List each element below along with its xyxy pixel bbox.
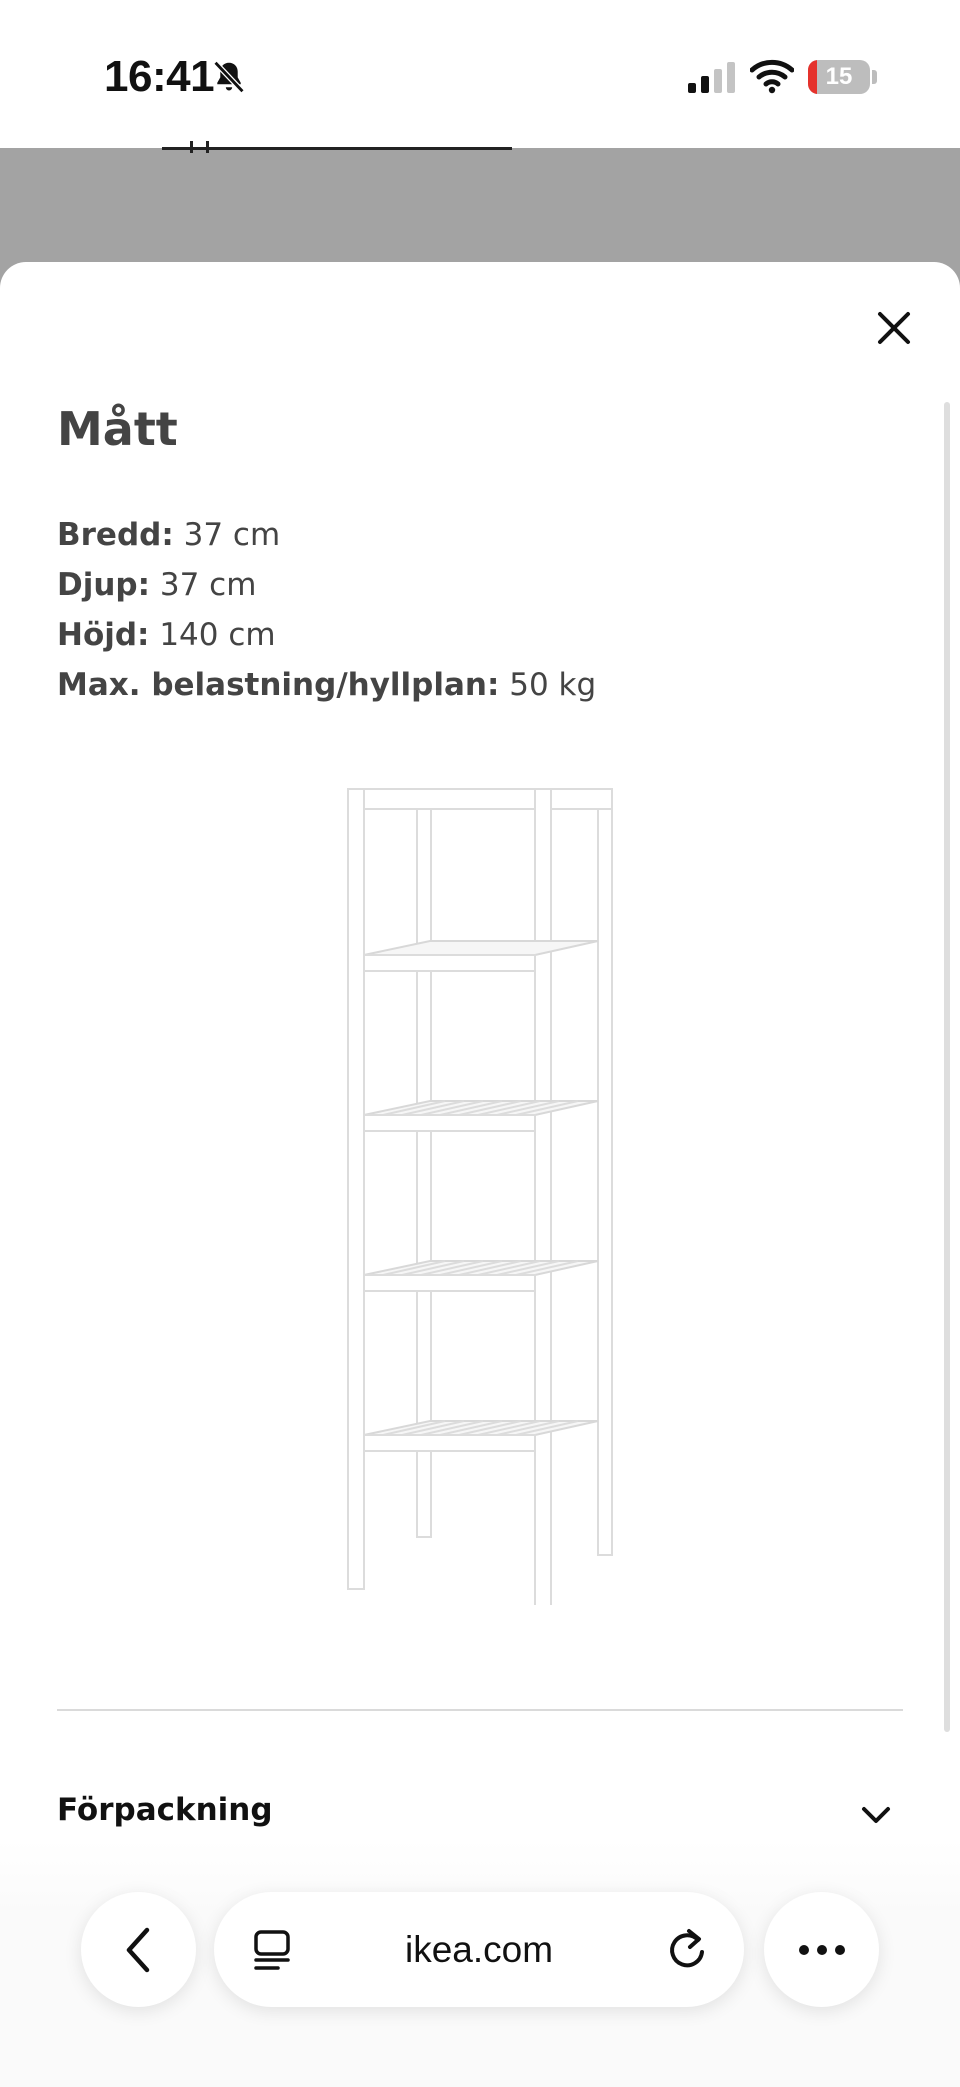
sheet-title: Mått bbox=[57, 402, 178, 456]
shelf-unit-image bbox=[347, 788, 613, 1605]
shelf-level bbox=[363, 1260, 599, 1292]
url-text[interactable]: ikea.com bbox=[324, 1892, 634, 2007]
spec-label: Bredd: bbox=[57, 517, 174, 553]
tabs-icon[interactable] bbox=[250, 1928, 294, 1972]
dimension-specs: Bredd: 37 cm Djup: 37 cm Höjd: 140 cm Ma… bbox=[57, 510, 596, 710]
status-bar: 16:41 15 bbox=[0, 0, 960, 148]
sheet-scrollbar[interactable] bbox=[944, 402, 950, 1732]
shelf-level bbox=[363, 1100, 599, 1132]
section-divider bbox=[57, 1709, 903, 1711]
more-icon bbox=[798, 1944, 845, 1955]
battery-icon: 15 bbox=[808, 60, 870, 94]
spec-value: 50 kg bbox=[509, 667, 597, 703]
spec-row-width: Bredd: 37 cm bbox=[57, 510, 596, 560]
spec-label: Djup: bbox=[57, 567, 151, 603]
spec-label: Höjd: bbox=[57, 617, 150, 653]
spec-row-max-load: Max. belastning/hyllplan: 50 kg bbox=[57, 660, 596, 710]
spec-value: 37 cm bbox=[159, 567, 257, 603]
packaging-label: Förpackning bbox=[57, 1792, 273, 1828]
background-page-tick bbox=[190, 141, 193, 153]
back-button[interactable] bbox=[81, 1892, 196, 2007]
battery-cap bbox=[872, 70, 877, 84]
more-button[interactable] bbox=[764, 1892, 879, 2007]
shelf-level bbox=[363, 1420, 599, 1452]
spec-value: 37 cm bbox=[183, 517, 281, 553]
bell-slash-icon bbox=[213, 60, 245, 94]
spec-label: Max. belastning/hyllplan: bbox=[57, 667, 500, 703]
spec-row-depth: Djup: 37 cm bbox=[57, 560, 596, 610]
packaging-accordion[interactable]: Förpackning bbox=[57, 1784, 903, 1844]
close-icon bbox=[878, 312, 910, 344]
cellular-signal-icon bbox=[688, 62, 735, 93]
status-time: 16:41 bbox=[104, 52, 215, 101]
chevron-left-icon bbox=[126, 1927, 149, 1972]
shelf-level bbox=[363, 940, 599, 972]
spec-value: 140 cm bbox=[159, 617, 276, 653]
close-button[interactable] bbox=[866, 300, 922, 356]
spec-row-height: Höjd: 140 cm bbox=[57, 610, 596, 660]
address-bar[interactable]: ikea.com bbox=[214, 1892, 744, 2007]
shelf-group bbox=[363, 940, 599, 1452]
background-page-line bbox=[162, 147, 512, 150]
reload-icon[interactable] bbox=[664, 1926, 710, 1972]
wifi-icon bbox=[750, 59, 794, 94]
chevron-down-icon bbox=[862, 1807, 890, 1823]
battery-level-text: 15 bbox=[825, 63, 853, 90]
background-page-tick bbox=[206, 141, 209, 153]
